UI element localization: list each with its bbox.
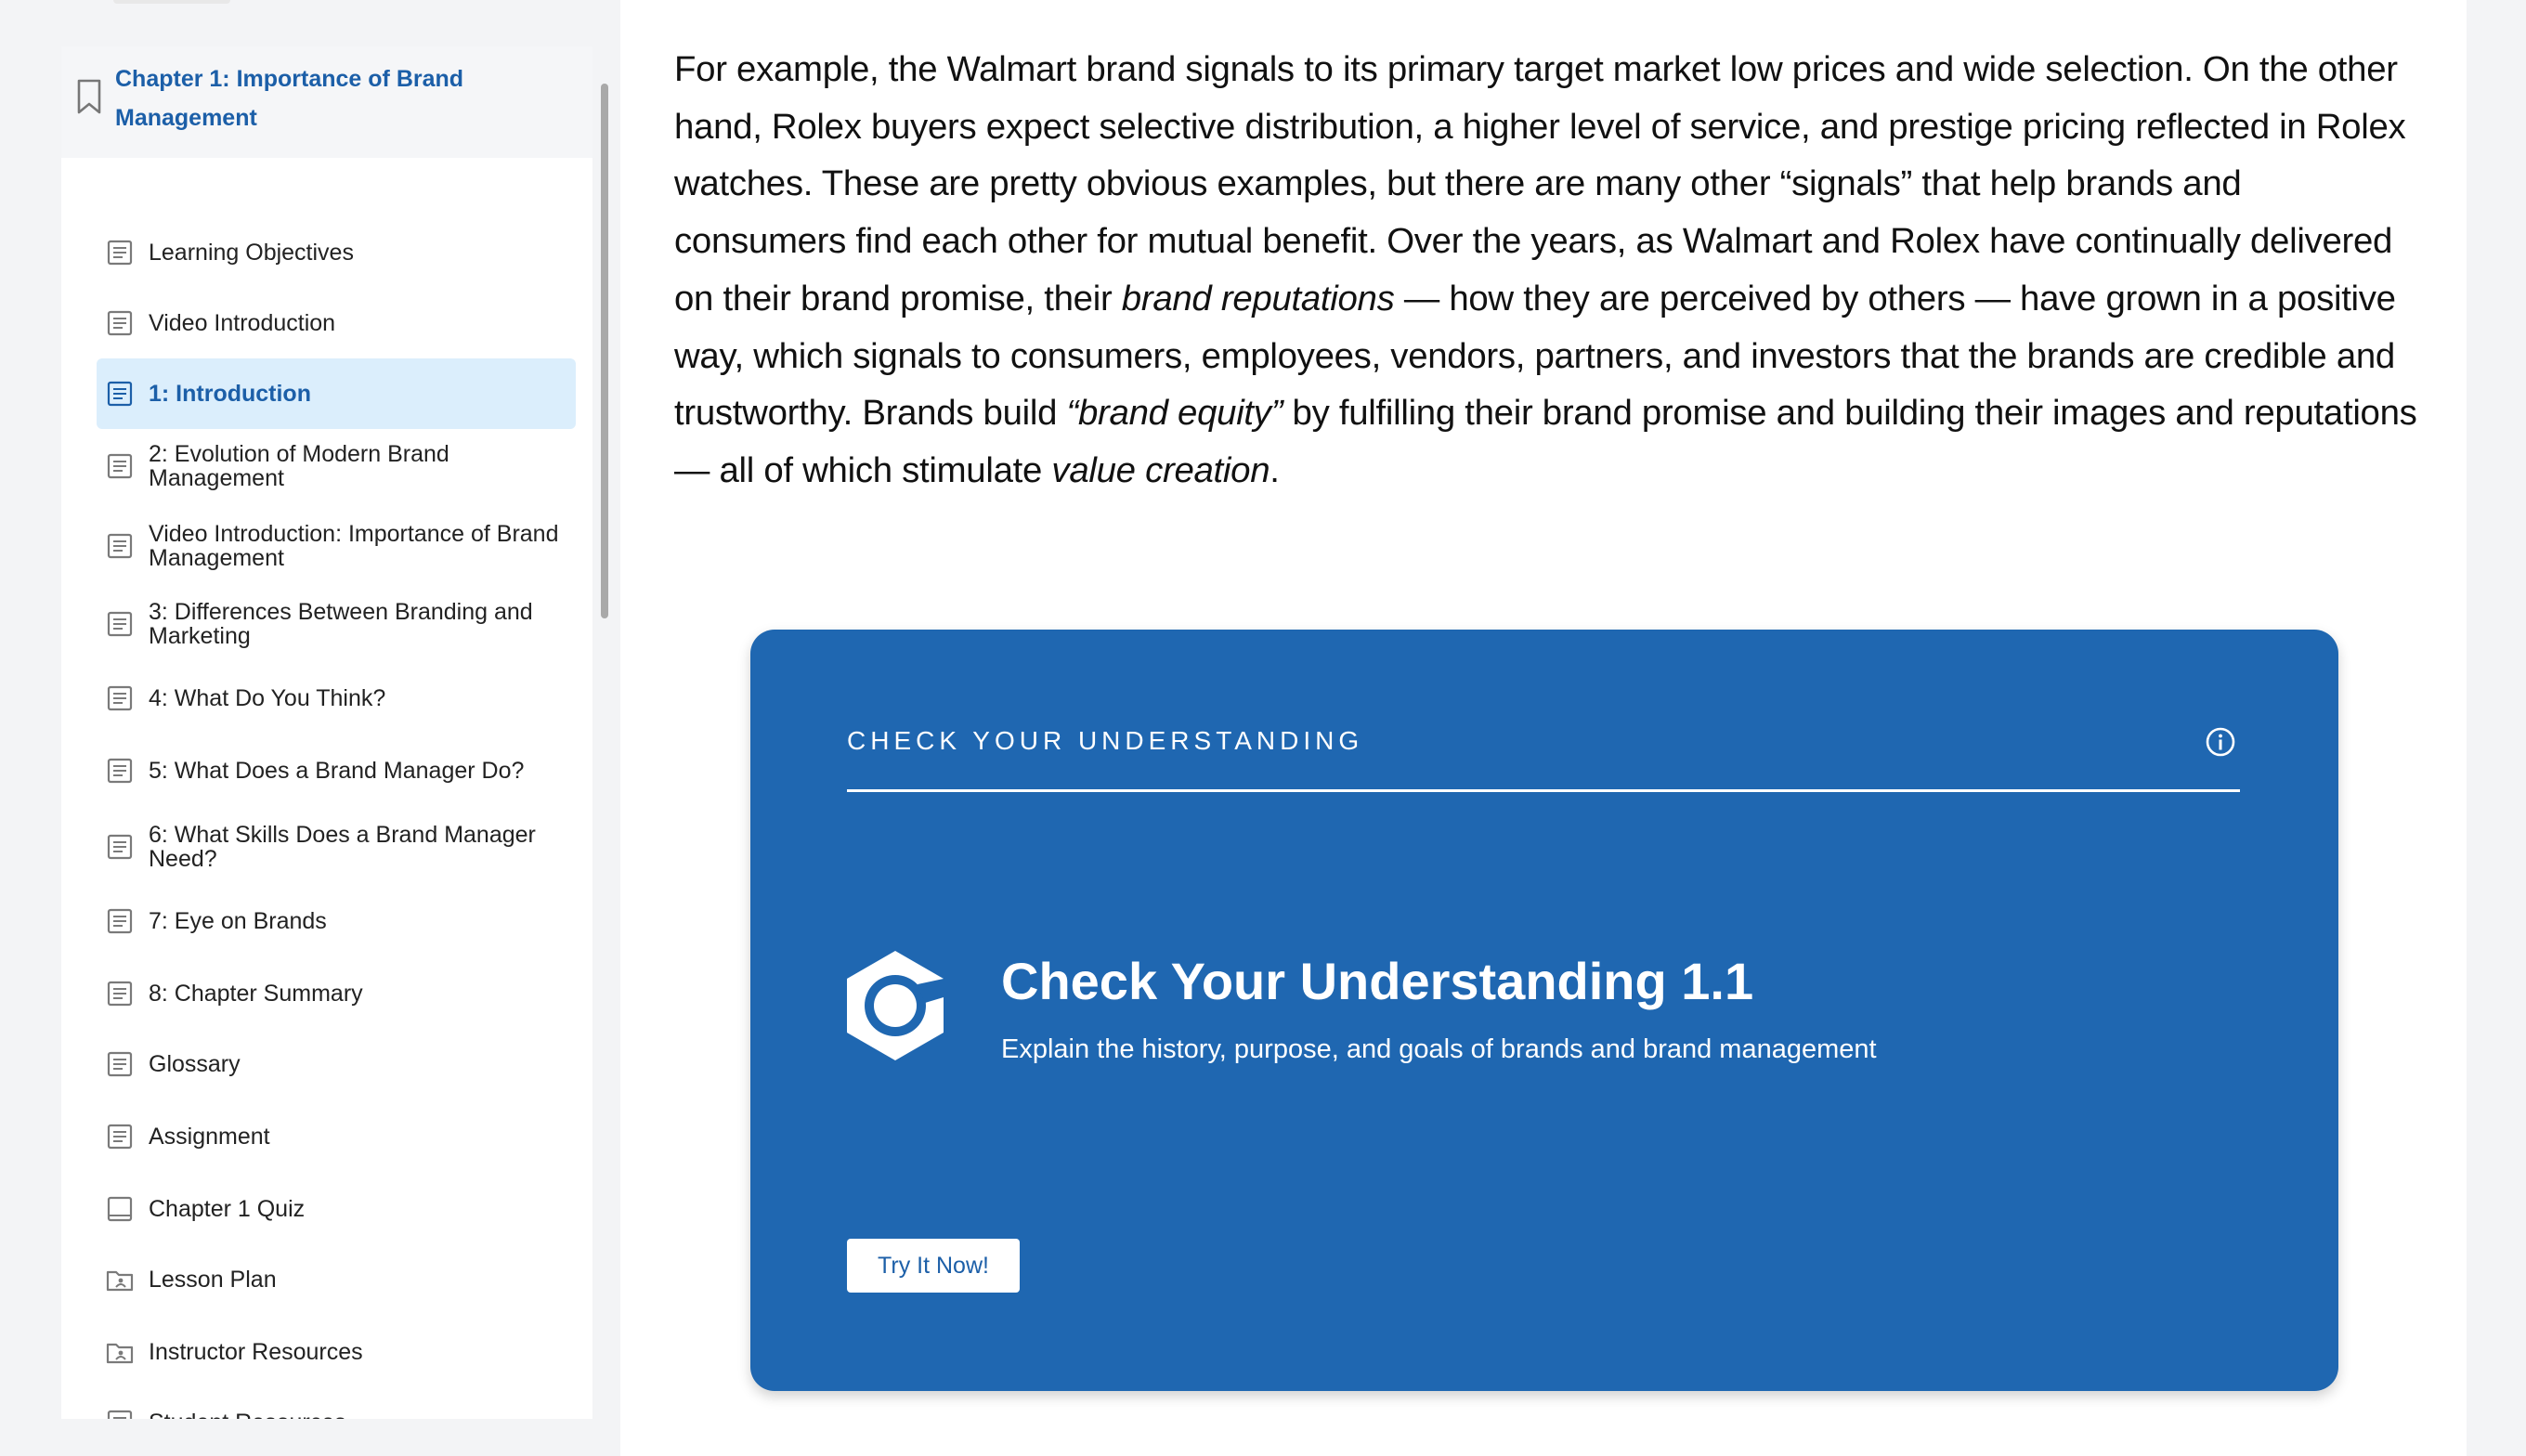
sidebar-scrollbar[interactable]: [601, 84, 608, 618]
page-icon: [107, 240, 133, 266]
sidebar-item-label: 7: Eye on Brands: [149, 908, 327, 934]
sidebar-item[interactable]: 1: Introduction: [97, 358, 576, 429]
card-title: Check Your Understanding 1.1: [1001, 952, 1754, 1010]
page-icon: [107, 908, 133, 934]
sidebar-item-label: Student Resources: [149, 1410, 566, 1419]
sidebar-item-label: Instructor Resources: [149, 1339, 363, 1365]
bookmark-icon[interactable]: [74, 78, 104, 115]
folder-icon: [106, 1343, 134, 1364]
sidebar-item-label: 1: Introduction: [149, 381, 311, 407]
page-icon: [107, 1410, 133, 1419]
sidebar-item-label: Learning Objectives: [149, 240, 354, 266]
page-icon: [107, 381, 133, 407]
sidebar-item-label: Video Introduction: Importance of Brand …: [149, 521, 559, 571]
card-divider: [847, 789, 2240, 792]
quiz-icon: [107, 1196, 133, 1222]
card-section-label: CHECK YOUR UNDERSTANDING: [847, 726, 1364, 755]
top-tab-stub: [113, 0, 230, 4]
card-subtitle: Explain the history, purpose, and goals …: [1001, 1034, 1877, 1064]
page-icon: [107, 310, 133, 336]
folder-icon: [106, 1270, 134, 1292]
sidebar-item-label: 2: Evolution of Modern Brand Management: [149, 441, 449, 491]
sidebar-item-label: 6: What Skills Does a Brand Manager Need…: [149, 822, 536, 872]
sidebar-item-label: Assignment: [149, 1124, 270, 1150]
sidebar-item[interactable]: Instructor Resources: [97, 1317, 576, 1387]
info-icon[interactable]: [2205, 726, 2236, 758]
sidebar-item-label: Video Introduction: [149, 310, 336, 336]
body-paragraph: For example, the Walmart brand signals t…: [674, 49, 2417, 490]
page-icon: [107, 981, 133, 1007]
sidebar-item[interactable]: 7: Eye on Brands: [97, 886, 576, 956]
sidebar-item-label: Lesson Plan: [149, 1267, 277, 1293]
sidebar-item[interactable]: Video Introduction: [97, 288, 576, 358]
sidebar-item-label: 8: Chapter Summary: [149, 981, 363, 1007]
check-your-understanding-card: CHECK YOUR UNDERSTANDING Check Your Unde…: [750, 630, 2338, 1391]
sidebar-item[interactable]: Glossary: [97, 1029, 576, 1099]
sidebar-item[interactable]: Assignment: [97, 1101, 576, 1172]
page-icon: [107, 1124, 133, 1150]
sidebar-item[interactable]: Video Introduction: Importance of Brand …: [97, 507, 576, 585]
sidebar-item[interactable]: Chapter 1 Quiz: [97, 1174, 576, 1244]
chapter-sidebar: Chapter 1: Importance of Brand Managemen…: [61, 46, 592, 1419]
sidebar-item[interactable]: 4: What Do You Think?: [97, 663, 576, 734]
sidebar-item[interactable]: 8: Chapter Summary: [97, 958, 576, 1029]
page-icon: [107, 685, 133, 711]
page-icon: [107, 1051, 133, 1077]
page-icon: [107, 834, 133, 860]
page-icon: [107, 533, 133, 559]
sidebar-item-label: 4: What Do You Think?: [149, 685, 386, 711]
sidebar-item-label: 3: Differences Between Branding and Mark…: [149, 599, 533, 649]
page-icon: [107, 611, 133, 637]
sidebar-item[interactable]: Learning Objectives: [97, 217, 576, 288]
page-icon: [107, 758, 133, 784]
sidebar-item[interactable]: Student Resources: [97, 1387, 576, 1419]
try-it-now-button[interactable]: Try It Now!: [847, 1239, 1020, 1293]
sidebar-item[interactable]: 3: Differences Between Branding and Mark…: [97, 585, 576, 663]
sidebar-item-label: 5: What Does a Brand Manager Do?: [149, 758, 525, 784]
sidebar-item-label: Glossary: [149, 1051, 241, 1077]
sidebar-item[interactable]: 6: What Skills Does a Brand Manager Need…: [97, 808, 576, 886]
sidebar-item-label: Chapter 1 Quiz: [149, 1196, 306, 1222]
chapter-header[interactable]: Chapter 1: Importance of Brand Managemen…: [61, 46, 592, 158]
page-icon: [107, 453, 133, 479]
sidebar-item[interactable]: 2: Evolution of Modern Brand Management: [97, 427, 576, 505]
sidebar-item[interactable]: 5: What Does a Brand Manager Do?: [97, 735, 576, 806]
hexagon-ring-icon: [847, 951, 944, 1060]
chapter-title[interactable]: Chapter 1: Importance of Brand Managemen…: [115, 59, 505, 137]
sidebar-item[interactable]: Lesson Plan: [97, 1244, 576, 1315]
